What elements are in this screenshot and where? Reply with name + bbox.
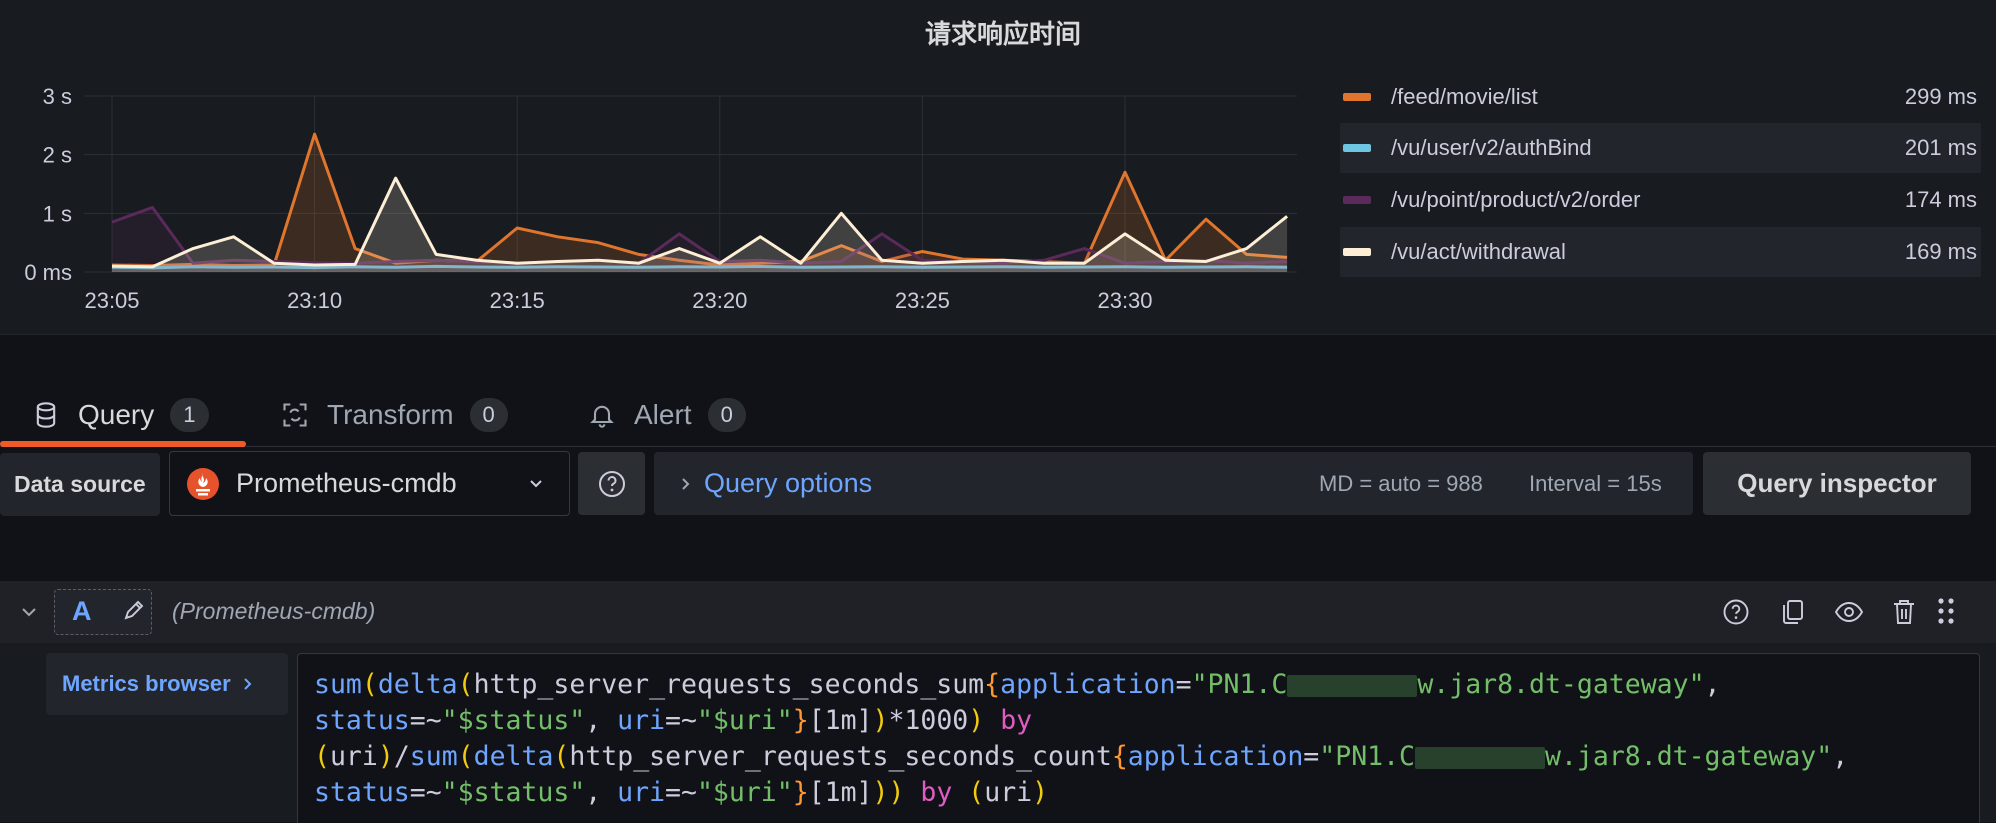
legend-value: 174 ms [1904,187,1977,212]
tab-alert-label: Alert [634,399,692,430]
legend-label: /vu/point/product/v2/order [1391,187,1641,212]
collapse-chevron-icon[interactable] [20,603,38,621]
time-series-chart: 3 s2 s1 s0 ms 23:05 23:10 23:15 23:20 23:25 2… [24,84,1297,313]
bell-icon [590,405,614,428]
query-options-bar[interactable]: Query options MD = auto = 988 Interval =… [654,452,1693,515]
legend-label: /vu/act/withdrawal [1391,239,1566,264]
tab-query[interactable]: Query 1 [32,393,209,437]
y-tick-label: 0 ms [24,260,72,285]
x-tick-label: 23:25 [895,288,950,313]
tab-transform[interactable]: Transform 0 [281,393,508,437]
promql-expression[interactable]: sum(delta(http_server_requests_seconds_s… [314,667,1848,811]
interval-text: Interval = 15s [1529,470,1662,496]
legend-label: /feed/movie/list [1391,84,1538,109]
legend-swatch [1343,93,1371,101]
legend-swatch [1343,196,1371,204]
query-inspector-button[interactable]: Query inspector [1703,452,1971,515]
edit-pencil-icon[interactable] [121,598,147,624]
legend-value: 201 ms [1904,135,1977,160]
y-tick-label: 2 s [43,143,72,168]
trash-icon[interactable] [1891,597,1917,627]
query-datasource-hint: (Prometheus-cmdb) [172,598,376,624]
query-ref-id: A [72,596,92,626]
max-data-points-text: MD = auto = 988 [1319,470,1483,496]
chevron-down-icon [530,480,542,488]
metrics-browser-label: Metrics browser [62,671,231,696]
help-button[interactable] [578,452,645,515]
duplicate-icon[interactable] [1779,597,1807,627]
query-options-label: Query options [704,468,873,498]
eye-icon[interactable] [1834,599,1864,625]
tab-alert-count: 0 [707,398,746,432]
metrics-browser-button[interactable]: Metrics browser [46,653,288,715]
legend-value: 169 ms [1904,239,1977,264]
y-tick-label: 1 s [43,201,72,226]
legend-swatch [1343,248,1371,256]
datasource-label: Data source [14,471,146,497]
tab-query-count: 1 [170,398,209,432]
x-tick-label: 23:05 [84,288,139,313]
tab-divider [0,446,1996,447]
legend-item[interactable]: /vu/user/v2/authBind 201 ms [1340,123,1981,173]
tab-transform-count: 0 [469,398,508,432]
x-axis: 23:05 23:10 23:15 23:20 23:25 23:30 [84,288,1152,313]
y-axis: 3 s 2 s 1 s 0 ms [24,84,72,285]
tab-transform-label: Transform [327,399,454,430]
chevron-right-icon [682,477,690,490]
x-tick-label: 23:30 [1097,288,1152,313]
metric-name: http_server_requests_seconds_sum [473,669,985,700]
legend-swatch [1343,144,1371,152]
graph-panel: 请求响应时间 3 s2 s1 s0 ms 23:05 23:10 23:15 23:2… [0,0,1996,335]
chevron-right-icon [244,678,252,690]
drag-handle-icon[interactable] [1936,596,1956,626]
active-tab-indicator [0,441,246,447]
legend-item[interactable]: /vu/act/withdrawal 169 ms [1340,227,1981,277]
query-editor[interactable]: sum(delta(http_server_requests_seconds_s… [297,653,1980,823]
tab-query-label: Query [78,399,155,430]
legend-item[interactable]: /vu/point/product/v2/order 174 ms [1340,175,1981,225]
question-circle-icon [598,470,625,497]
database-icon [36,402,56,428]
metric-name: http_server_requests_seconds_count [569,741,1112,772]
datasource-label-box: Data source [0,453,160,516]
y-tick-label: 3 s [43,84,72,109]
prometheus-logo-icon [187,467,219,500]
legend-value: 299 ms [1904,84,1977,109]
x-tick-label: 23:15 [490,288,545,313]
transform-icon [283,403,307,427]
legend-item[interactable]: /feed/movie/list 299 ms [1340,72,1981,122]
x-tick-label: 23:20 [692,288,747,313]
x-tick-label: 23:10 [287,288,342,313]
legend-label: /vu/user/v2/authBind [1391,135,1592,160]
tab-alert[interactable]: Alert 0 [588,393,746,437]
datasource-name: Prometheus-cmdb [236,468,457,498]
datasource-picker[interactable]: Prometheus-cmdb [169,451,570,516]
help-icon[interactable] [1722,598,1750,626]
